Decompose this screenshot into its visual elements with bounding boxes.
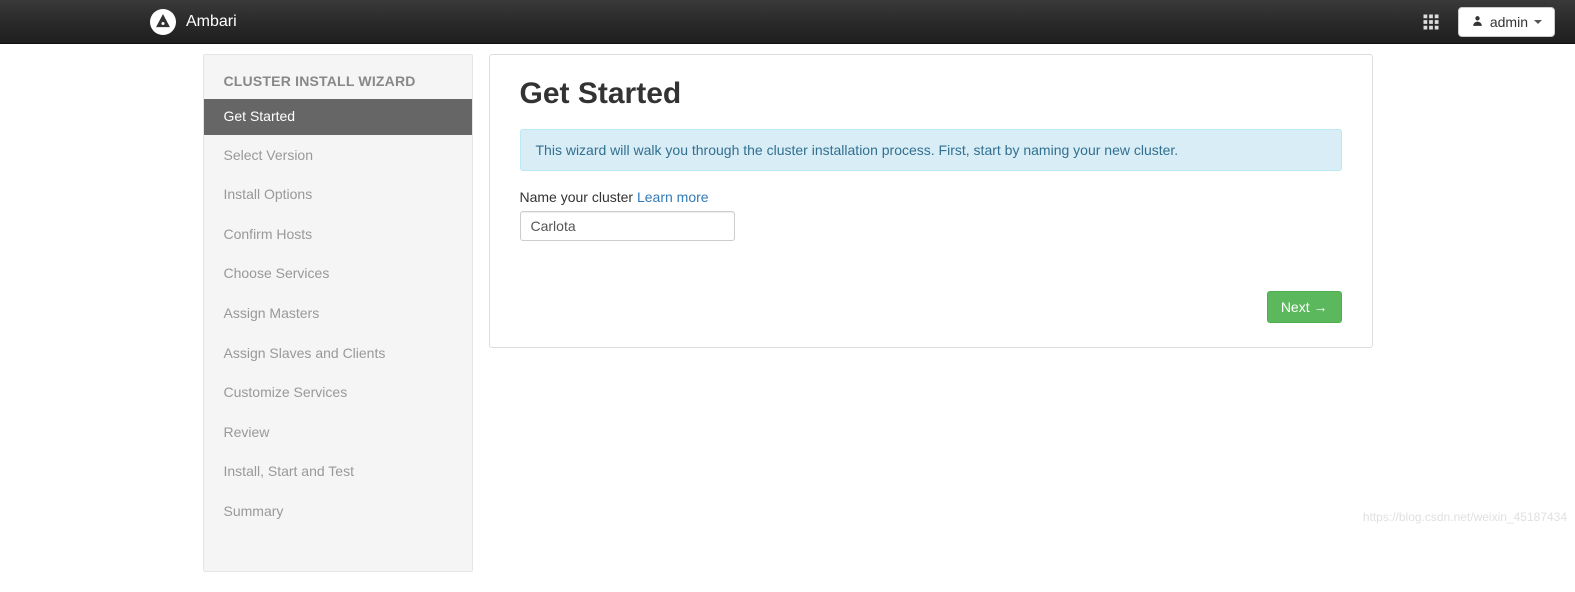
step-label: Review (224, 424, 270, 440)
step-label: Summary (224, 503, 284, 519)
step-select-version[interactable]: Select Version (204, 137, 472, 175)
step-install-options[interactable]: Install Options (204, 176, 472, 214)
step-assign-slaves-clients[interactable]: Assign Slaves and Clients (204, 335, 472, 373)
step-label: Confirm Hosts (224, 226, 313, 242)
step-install-start-test[interactable]: Install, Start and Test (204, 453, 472, 491)
page-title: Get Started (520, 77, 1342, 111)
step-review[interactable]: Review (204, 414, 472, 452)
step-customize-services[interactable]: Customize Services (204, 374, 472, 412)
step-choose-services[interactable]: Choose Services (204, 255, 472, 293)
wizard-actions: Next → (520, 291, 1342, 323)
learn-more-link[interactable]: Learn more (637, 189, 709, 205)
watermark-text: https://blog.csdn.net/weixin_45187434 (1363, 510, 1567, 524)
step-label: Choose Services (224, 265, 330, 281)
cluster-name-input[interactable] (520, 211, 735, 241)
chevron-down-icon (1534, 20, 1542, 24)
user-icon (1471, 14, 1484, 30)
apps-grid-icon[interactable] (1422, 13, 1440, 31)
step-label: Install, Start and Test (224, 463, 354, 479)
step-assign-masters[interactable]: Assign Masters (204, 295, 472, 333)
cluster-name-label: Name your cluster (520, 189, 634, 205)
cluster-name-label-row: Name your cluster Learn more (520, 189, 1342, 205)
navbar-title: Ambari (186, 13, 237, 31)
step-label: Install Options (224, 186, 313, 202)
step-label: Get Started (224, 108, 296, 124)
wizard-main-panel: Get Started This wizard will walk you th… (489, 54, 1373, 348)
wizard-sidebar: CLUSTER INSTALL WIZARD Get Started Selec… (203, 54, 473, 572)
info-alert: This wizard will walk you through the cl… (520, 129, 1342, 171)
sidebar-title: CLUSTER INSTALL WIZARD (204, 55, 472, 99)
step-get-started[interactable]: Get Started (204, 99, 472, 135)
next-button[interactable]: Next → (1267, 291, 1342, 323)
navbar-right: admin (1422, 7, 1555, 37)
navbar-left: Ambari (150, 9, 237, 35)
wizard-step-list: Get Started Select Version Install Optio… (204, 99, 472, 531)
step-label: Customize Services (224, 384, 348, 400)
step-label: Assign Slaves and Clients (224, 345, 386, 361)
main-container: CLUSTER INSTALL WIZARD Get Started Selec… (203, 44, 1373, 592)
ambari-logo-icon (150, 9, 176, 35)
step-label: Assign Masters (224, 305, 320, 321)
step-summary[interactable]: Summary (204, 493, 472, 531)
user-label: admin (1490, 14, 1528, 30)
user-menu-button[interactable]: admin (1458, 7, 1555, 37)
navbar: Ambari admin (0, 0, 1575, 44)
step-confirm-hosts[interactable]: Confirm Hosts (204, 216, 472, 254)
step-label: Select Version (224, 147, 314, 163)
